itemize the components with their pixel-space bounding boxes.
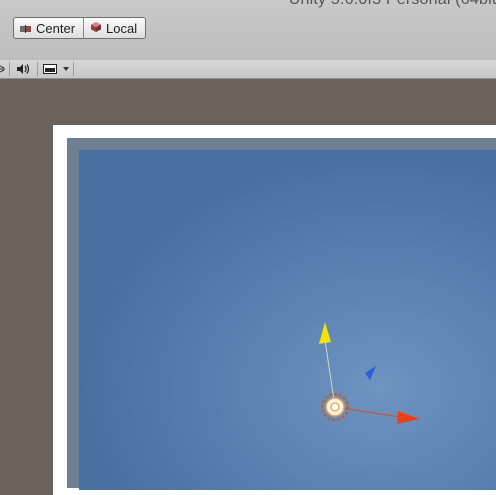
transform-gizmo[interactable]	[0, 0, 496, 477]
sun-icon[interactable]	[321, 393, 349, 421]
y-axis-arrow-icon[interactable]	[319, 322, 331, 344]
x-axis-line	[334, 406, 401, 418]
z-axis-arrow-icon[interactable]	[365, 366, 376, 380]
x-axis-arrow-icon[interactable]	[397, 411, 420, 424]
